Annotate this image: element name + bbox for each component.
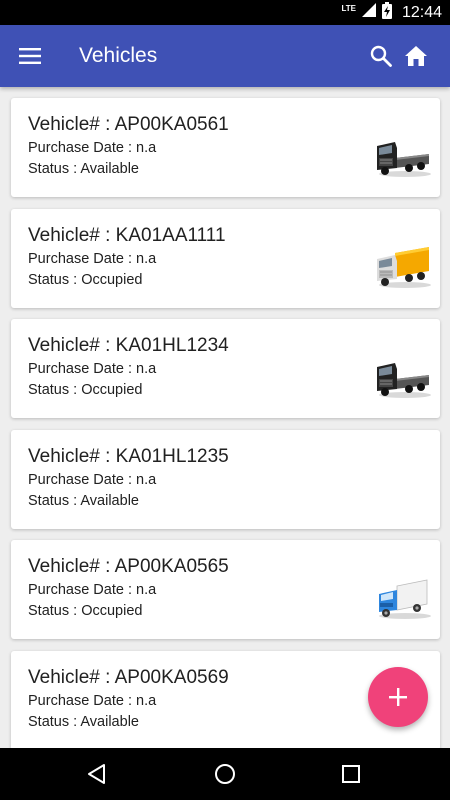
vehicle-status: Status : Available <box>28 714 139 730</box>
recents-button[interactable] <box>336 759 366 789</box>
vehicle-status: Status : Available <box>28 161 139 177</box>
vehicle-status: Status : Available <box>28 493 139 509</box>
vehicle-card[interactable]: Vehicle# : AP00KA0561 Purchase Date : n.… <box>11 98 440 197</box>
home-nav-button[interactable] <box>210 759 240 789</box>
menu-button[interactable] <box>14 40 46 72</box>
add-icon <box>389 688 407 706</box>
white-truck-icon <box>379 579 431 619</box>
vehicle-number: Vehicle# : AP00KA0569 <box>28 667 229 688</box>
page-title: Vehicles <box>79 44 158 67</box>
home-circle-icon <box>215 764 235 784</box>
menu-icon <box>19 48 41 64</box>
purchase-date: Purchase Date : n.a <box>28 693 157 709</box>
add-vehicle-button[interactable] <box>368 667 428 727</box>
purchase-date: Purchase Date : n.a <box>28 582 157 598</box>
vehicle-number: Vehicle# : AP00KA0565 <box>28 556 229 577</box>
home-button[interactable] <box>400 40 432 72</box>
battery-charging-icon <box>381 1 392 24</box>
vehicle-status: Status : Occupied <box>28 272 143 288</box>
signal-icon <box>361 3 376 22</box>
status-icons: LTE 12:44 <box>341 0 442 25</box>
search-icon <box>370 45 392 67</box>
vehicle-card[interactable]: Vehicle# : AP00KA0565 Purchase Date : n.… <box>11 540 440 639</box>
vehicle-status: Status : Occupied <box>28 603 143 619</box>
vehicle-list[interactable]: Vehicle# : AP00KA0561 Purchase Date : n.… <box>0 87 450 748</box>
yellow-truck-icon <box>377 247 431 288</box>
vehicle-status: Status : Occupied <box>28 382 143 398</box>
app-bar: Vehicles <box>0 25 450 87</box>
vehicle-number: Vehicle# : KA01AA1111 <box>28 225 226 246</box>
vehicle-number: Vehicle# : KA01HL1235 <box>28 446 229 467</box>
purchase-date: Purchase Date : n.a <box>28 361 157 377</box>
back-icon <box>88 764 105 784</box>
back-button[interactable] <box>82 759 112 789</box>
purchase-date: Purchase Date : n.a <box>28 472 157 488</box>
clock: 12:44 <box>401 3 442 21</box>
black-truck-icon <box>377 142 431 177</box>
vehicle-card[interactable]: Vehicle# : KA01HL1235 Purchase Date : n.… <box>11 430 440 529</box>
network-type: LTE <box>341 4 356 13</box>
vehicle-card[interactable]: Vehicle# : KA01AA1111 Purchase Date : n.… <box>11 209 440 308</box>
recents-icon <box>342 765 360 783</box>
screen: LTE 12:44 Vehicles Vehicle#: AP00KA0561… <box>0 0 450 800</box>
vehicle-card[interactable]: Vehicle# : KA01HL1234 Purchase Date : n.… <box>11 319 440 418</box>
navigation-bar <box>0 748 450 800</box>
status-bar: LTE 12:44 <box>0 0 450 25</box>
search-button[interactable] <box>365 40 397 72</box>
home-icon <box>405 46 427 66</box>
vehicle-number: Vehicle# : AP00KA0561 <box>28 114 229 135</box>
purchase-date: Purchase Date : n.a <box>28 251 157 267</box>
vehicle-number: Vehicle# : KA01HL1234 <box>28 335 229 356</box>
purchase-date: Purchase Date : n.a <box>28 140 157 156</box>
black-truck-icon <box>377 363 431 398</box>
